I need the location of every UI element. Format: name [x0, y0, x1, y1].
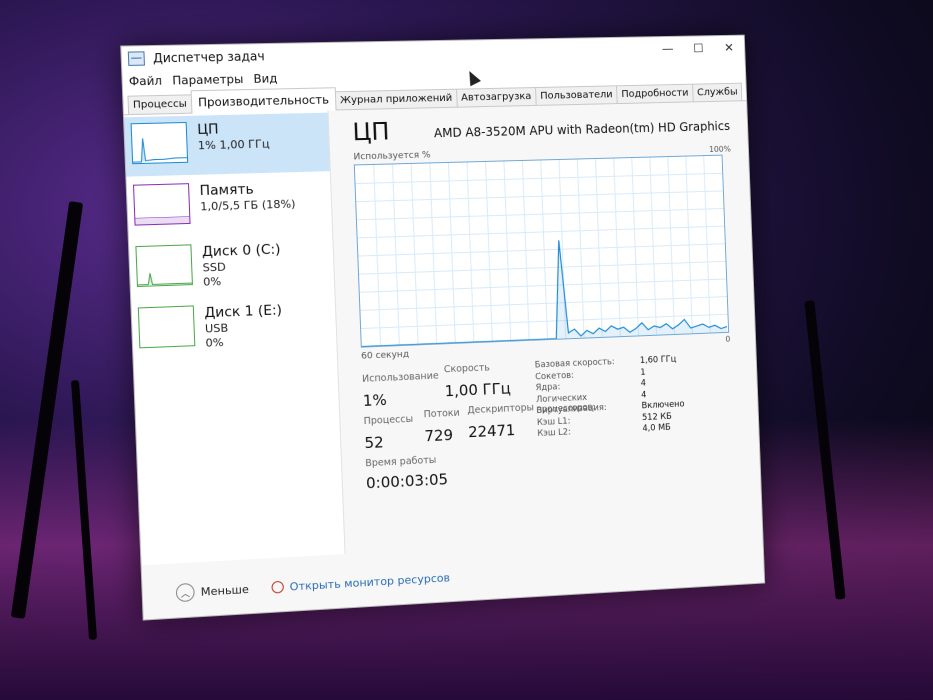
sidebar-disk0-title: Диск 0 (C:)	[201, 241, 281, 261]
sidebar-memory-title: Память	[199, 181, 254, 200]
cpu-header: ЦП AMD A8-3520M APU with Radeon(tm) HD G…	[338, 101, 748, 155]
cpu-thumbnail-graph	[130, 121, 189, 165]
speed-label: Скорость	[443, 362, 491, 376]
cpu-usage-chart	[355, 156, 728, 347]
grid-line	[359, 261, 726, 274]
menu-view[interactable]: Вид	[253, 71, 277, 86]
grid-line	[356, 173, 723, 183]
processes-value: 52	[364, 433, 385, 453]
sidebar-item-disk1[interactable]: Диск 1 (E:) USB 0%	[131, 294, 336, 361]
grid-line	[358, 226, 725, 238]
cpu-specs: Базовая скорость: 1,60 ГГц Сокетов: 1 Ядра…	[535, 352, 731, 440]
cpu-detail-panel: ЦП AMD A8-3520M APU with Radeon(tm) HD G…	[338, 101, 763, 553]
tab-startup[interactable]: Автозагрузка	[455, 87, 537, 107]
task-manager-window: Диспетчер задач — ☐ ✕ Файл Параметры Вид…	[120, 34, 766, 621]
sidebar-disk1-value: 0%	[205, 335, 224, 350]
grid-line	[360, 279, 726, 292]
tab-performance[interactable]: Производительность	[190, 87, 337, 114]
spec-value: 4,0 МБ	[642, 422, 671, 434]
spec-value: 1	[640, 367, 646, 378]
window-controls: — ☐ ✕	[652, 41, 744, 56]
memory-thumbnail-graph	[132, 183, 191, 226]
sidebar-item-memory[interactable]: Память 1,0/5,5 ГБ (18%)	[126, 173, 332, 238]
sidebar-item-cpu[interactable]: ЦП 1% 1,00 ГГц	[124, 112, 330, 177]
graph-usage-label: Используется %	[353, 150, 431, 163]
spec-value: 1,60 ГГц	[639, 354, 677, 366]
close-button[interactable]: ✕	[713, 41, 744, 55]
threads-label: Потоки	[423, 407, 460, 421]
resource-sidebar: ЦП 1% 1,00 ГГц Память 1,0/5,5 ГБ (18%) Д…	[123, 110, 346, 566]
disk0-thumbnail-graph	[135, 244, 193, 288]
tab-processes[interactable]: Процессы	[127, 94, 193, 115]
menu-options[interactable]: Параметры	[172, 72, 244, 88]
tab-details[interactable]: Подробности	[616, 83, 694, 104]
sidebar-memory-value: 1,0/5,5 ГБ (18%)	[199, 197, 296, 214]
threads-value: 729	[424, 425, 454, 446]
handles-label: Дескрипторы	[467, 402, 535, 417]
menu-file[interactable]: Файл	[129, 73, 163, 88]
spec-value: 4	[640, 378, 647, 389]
sidebar-disk0-value: 0%	[202, 274, 222, 289]
graph-time-label: 60 секунд	[360, 349, 410, 362]
graph-min-label: 0	[725, 334, 731, 344]
cpu-title: ЦП	[352, 117, 390, 147]
usage-label: Использование	[361, 370, 439, 385]
sidebar-item-disk0[interactable]: Диск 0 (C:) SSD 0%	[129, 234, 335, 300]
sidebar-disk1-title: Диск 1 (E:)	[204, 302, 283, 322]
sidebar-cpu-value: 1% 1,00 ГГц	[197, 137, 270, 153]
uptime-label: Время работы	[365, 454, 437, 470]
speed-value: 1,00 ГГц	[444, 379, 512, 401]
fewer-details-link[interactable]: Меньше	[201, 582, 250, 598]
tab-users[interactable]: Пользователи	[534, 85, 618, 105]
spec-value: 4	[641, 389, 647, 400]
usage-value: 1%	[362, 390, 388, 410]
disk1-thumbnail-graph	[137, 305, 196, 349]
minimize-button[interactable]: —	[652, 42, 683, 56]
handles-value: 22471	[467, 421, 516, 442]
sidebar-cpu-title: ЦП	[196, 121, 219, 139]
task-manager-icon	[127, 51, 145, 66]
cpu-usage-graph	[354, 155, 729, 348]
open-resource-monitor-link[interactable]: Открыть монитор ресурсов	[289, 571, 450, 593]
grid-line	[360, 297, 726, 311]
resource-monitor-icon	[271, 580, 284, 594]
cpu-model: AMD A8-3520M APU with Radeon(tm) HD Grap…	[433, 119, 731, 141]
tab-services[interactable]: Службы	[691, 82, 743, 102]
grid-line	[356, 191, 723, 202]
window-title: Диспетчер задач	[152, 49, 265, 66]
tab-app-history[interactable]: Журнал приложений	[334, 88, 458, 110]
performance-content: ЦП 1% 1,00 ГГц Память 1,0/5,5 ГБ (18%) Д…	[123, 101, 763, 566]
chevron-up-icon[interactable]: ︿	[175, 582, 195, 603]
grid-line	[358, 244, 725, 256]
grid-line	[361, 314, 727, 328]
graph-max-label: 100%	[708, 144, 732, 154]
processes-label: Процессы	[363, 413, 414, 428]
uptime-value: 0:00:03:05	[365, 470, 449, 493]
grid-line	[357, 209, 724, 220]
maximize-button[interactable]: ☐	[683, 41, 714, 55]
